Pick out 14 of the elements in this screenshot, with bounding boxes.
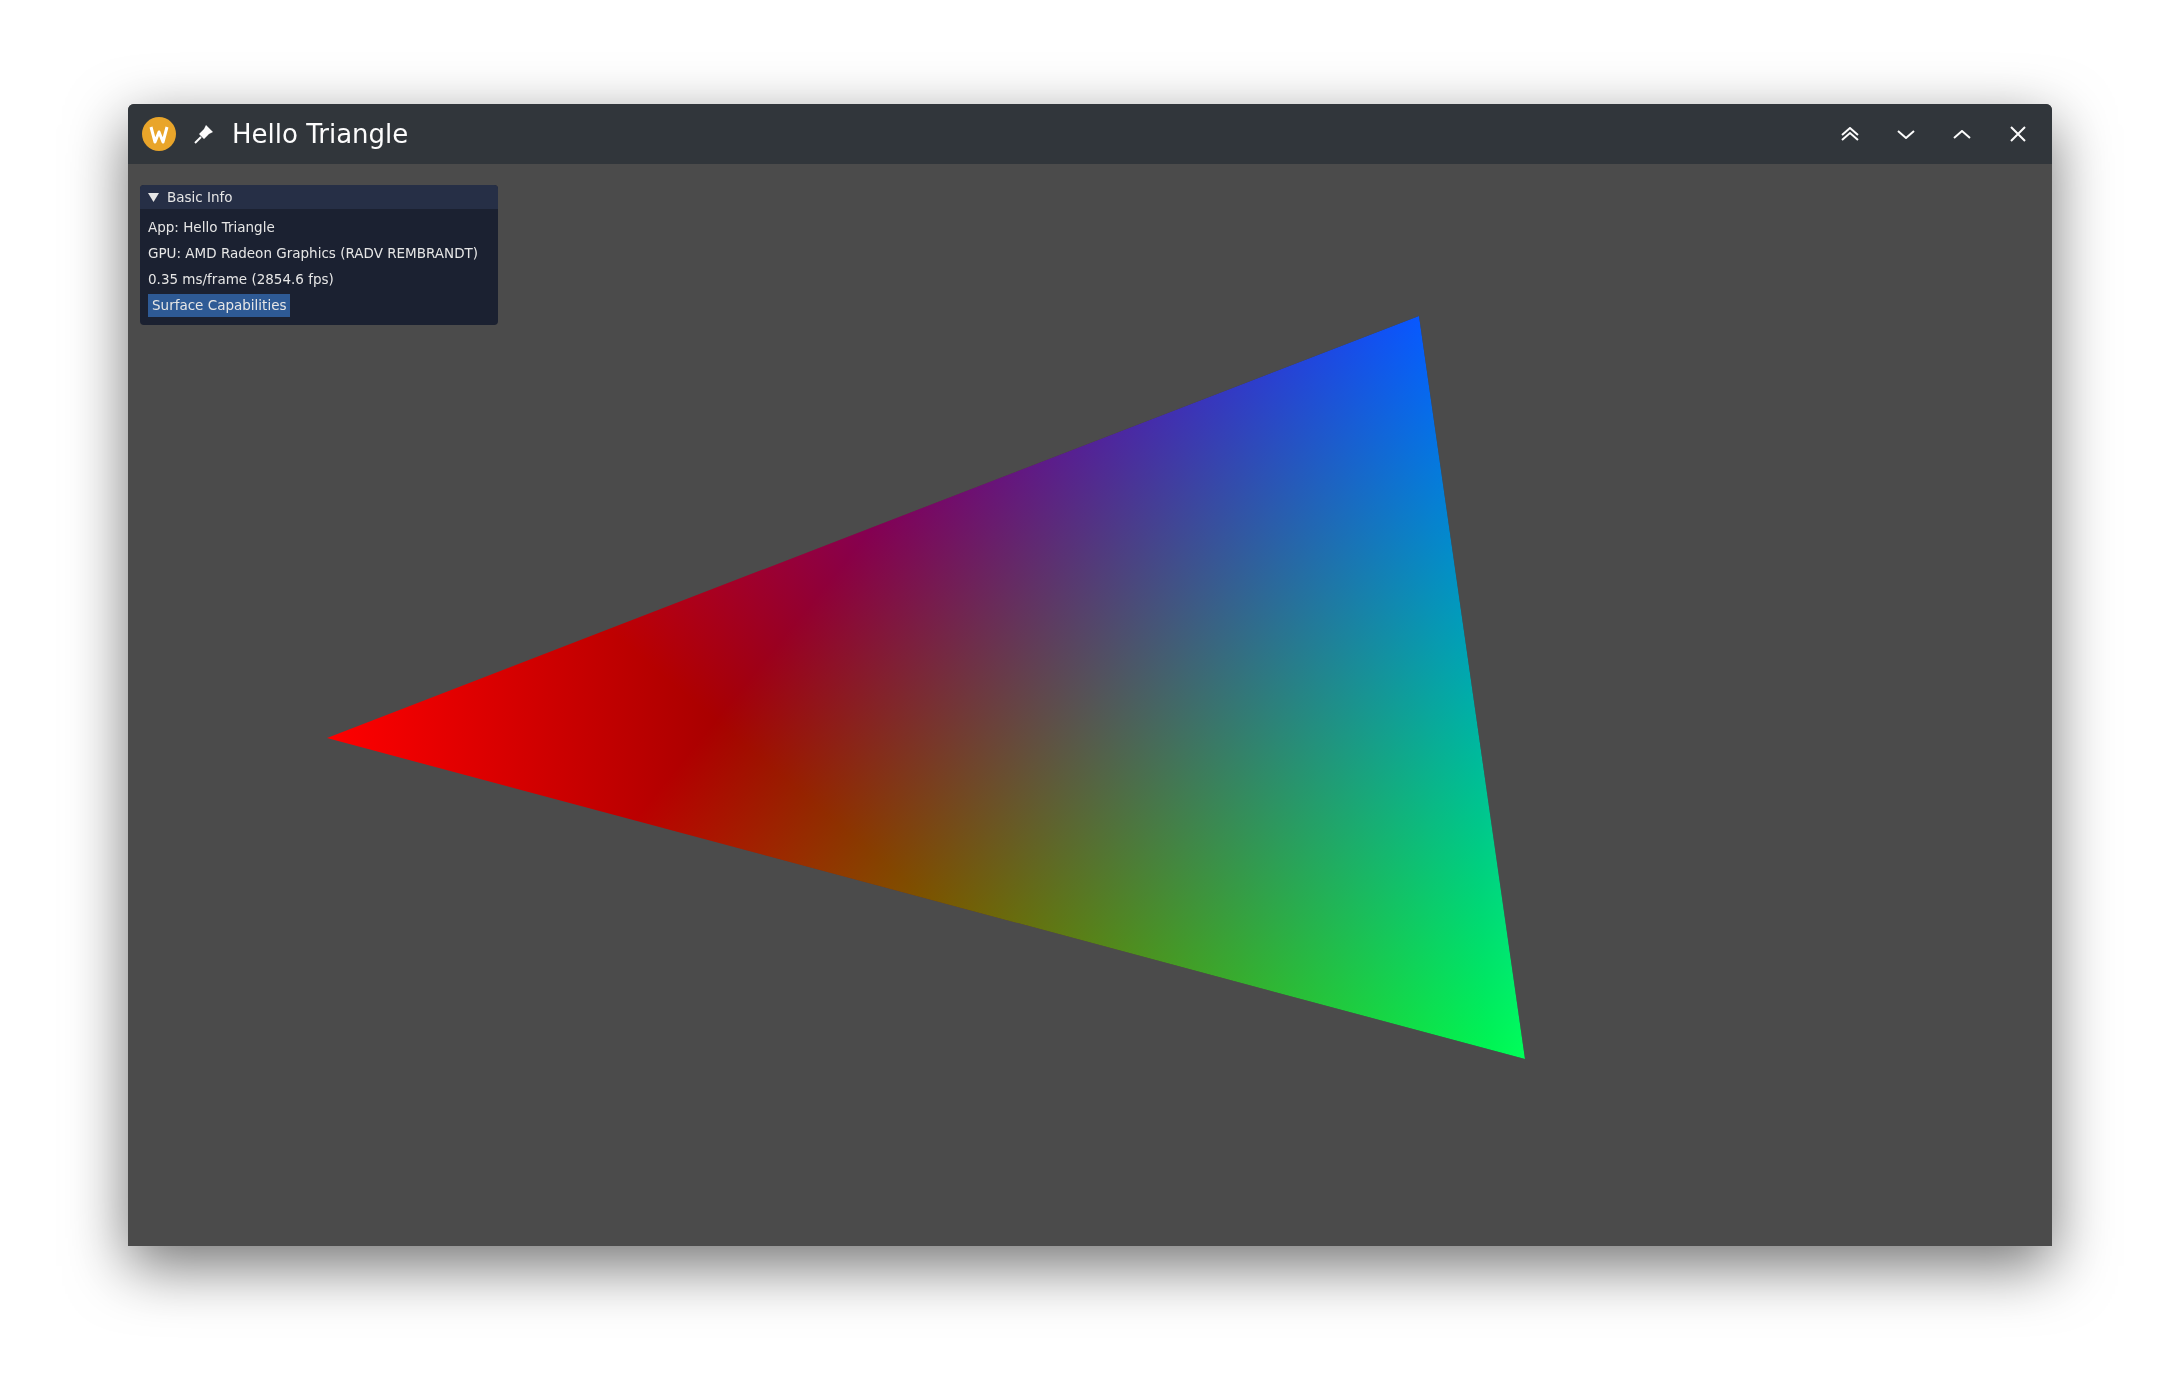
surface-capabilities-button[interactable]: Surface Capabilities [148, 294, 291, 317]
info-text: GPU: AMD Radeon Graphics (RADV REMBRANDT) [148, 244, 480, 264]
keep-above-icon [1841, 127, 1859, 141]
pin-icon[interactable] [192, 122, 216, 146]
info-text: 0.35 ms/frame (2854.6 fps) [148, 270, 335, 290]
app-logo-icon [142, 117, 176, 151]
minimize-icon [1897, 129, 1915, 139]
close-icon [2010, 126, 2026, 142]
panel-header[interactable]: Basic Info [140, 185, 498, 210]
info-text: App: Hello Triangle [148, 218, 276, 238]
panel-title: Basic Info [167, 188, 233, 207]
window-title: Hello Triangle [232, 117, 409, 151]
collapse-arrow-icon[interactable] [148, 191, 159, 203]
maximize-icon [1953, 129, 1971, 139]
